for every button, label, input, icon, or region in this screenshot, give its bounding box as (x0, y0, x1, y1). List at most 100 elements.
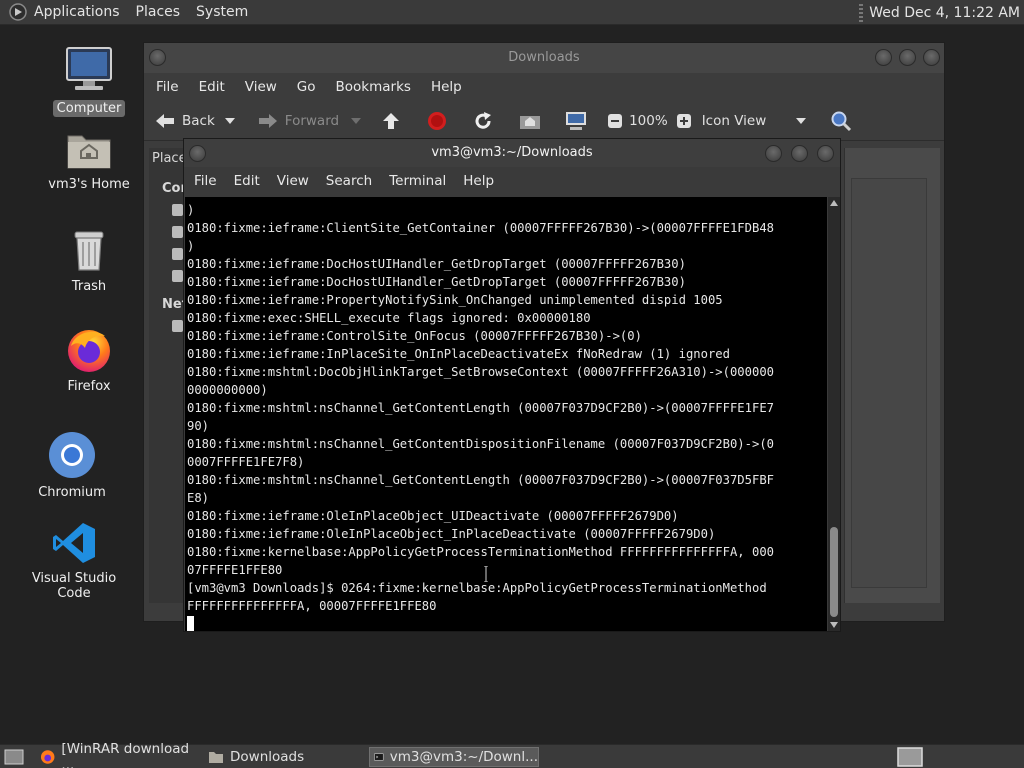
terminal-line: 0007FFFFE1FE7F8) (187, 455, 305, 469)
terminal-line: 0180:fixme:mshtml:nsChannel_GetContentDi… (187, 437, 774, 451)
desktop-icon-computer[interactable]: Computer (29, 46, 149, 117)
forward-button[interactable]: Forward (257, 112, 367, 130)
panel-menu-system[interactable]: System (196, 4, 248, 20)
terminal-line: 0180:fixme:ieframe:OleInPlaceObject_UIDe… (187, 509, 679, 523)
terminal-line: 0000000000) (187, 383, 268, 397)
desktop-icon-label: Computer (52, 100, 126, 117)
sidebar-home-icon[interactable] (172, 204, 183, 216)
maximize-button[interactable] (899, 49, 916, 66)
close-button[interactable] (817, 145, 834, 162)
trash-icon (74, 231, 104, 271)
sidebar-desktop-icon[interactable] (172, 226, 183, 238)
terminal-line: FFFFFFFFFFFFFFFA, 00007FFFFE1FFE80 (187, 599, 437, 613)
term-menu-terminal[interactable]: Terminal (389, 173, 446, 189)
taskbar-item-terminal[interactable]: vm3@vm3:~/Downl... (369, 747, 539, 767)
fm-menu-bookmarks[interactable]: Bookmarks (336, 79, 411, 95)
terminal-line: 0180:fixme:ieframe:DocHostUIHandler_GetD… (187, 275, 686, 289)
chevron-down-icon (796, 117, 807, 124)
terminal-window[interactable]: vm3@vm3:~/Downloads File Edit View Searc… (183, 138, 841, 632)
reload-button[interactable] (473, 111, 499, 131)
taskbar-item-downloads[interactable]: Downloads (204, 747, 364, 767)
terminal-scrollbar[interactable] (828, 197, 840, 631)
sidebar-filesystem-icon[interactable] (172, 248, 183, 260)
firefox-icon (40, 750, 55, 764)
file-manager-content[interactable] (844, 148, 940, 603)
file-manager-icon-area[interactable] (851, 178, 927, 588)
zoom-control[interactable]: 100% (607, 113, 698, 129)
term-menu-help[interactable]: Help (463, 173, 494, 189)
panel-menu-applications[interactable]: Applications (34, 4, 120, 20)
back-button[interactable]: Back (154, 112, 241, 130)
taskbar-item-firefox[interactable]: [WinRAR download ... (36, 741, 201, 768)
fm-menu-file[interactable]: File (156, 79, 179, 95)
forward-label: Forward (284, 112, 340, 129)
scroll-down-arrow-icon[interactable] (830, 622, 838, 628)
taskbar-item-label: Downloads (230, 749, 305, 765)
chromium-icon (49, 432, 95, 478)
terminal-line: 0180:fixme:ieframe:DocHostUIHandler_GetD… (187, 257, 686, 271)
desktop-icon-label: vm3's Home (48, 177, 130, 192)
home-button[interactable] (519, 112, 547, 130)
minimize-button[interactable] (765, 145, 782, 162)
term-menu-file[interactable]: File (194, 173, 217, 189)
view-mode-label: Icon View (701, 112, 767, 129)
desktop-icon-vscode[interactable]: Visual Studio Code (14, 520, 134, 602)
desktop-icon-trash[interactable]: Trash (29, 228, 149, 295)
term-menu-search[interactable]: Search (326, 173, 372, 189)
vscode-icon (53, 523, 95, 563)
fm-menu-go[interactable]: Go (297, 79, 316, 95)
file-manager-titlebar[interactable]: Downloads (144, 43, 944, 73)
terminal-line: 0180:fixme:ieframe:ControlSite_OnFocus (… (187, 329, 642, 343)
panel-clock[interactable]: Wed Dec 4, 11:22 AM (869, 5, 1020, 21)
chevron-down-icon[interactable] (351, 117, 362, 124)
terminal-output[interactable]: ) 0180:fixme:ieframe:ClientSite_GetContai… (185, 197, 827, 631)
applications-logo-icon[interactable] (8, 2, 28, 22)
zoom-out-icon[interactable] (607, 113, 623, 129)
desktop-icon-chromium[interactable]: Chromium (12, 430, 132, 501)
up-button[interactable] (381, 111, 407, 131)
search-icon (831, 111, 852, 131)
chevron-down-icon[interactable] (224, 117, 235, 124)
clock-area: Wed Dec 4, 11:22 AM (859, 0, 1024, 25)
stop-button[interactable] (427, 111, 453, 131)
terminal-line: 0180:fixme:exec:SHELL_execute flags igno… (187, 311, 591, 325)
computer-icon (566, 111, 587, 130)
forward-arrow-icon (258, 113, 277, 128)
terminal-line: 0180:fixme:mshtml:nsChannel_GetContentLe… (187, 473, 774, 487)
bottom-taskbar: [WinRAR download ... Downloads vm3@vm3:~… (0, 741, 1024, 768)
terminal-line: ) (187, 239, 195, 253)
fm-menu-help[interactable]: Help (431, 79, 462, 95)
workspace-switcher-icon[interactable] (897, 747, 923, 767)
show-desktop-icon[interactable] (4, 748, 24, 766)
scroll-up-arrow-icon[interactable] (830, 200, 838, 206)
sidebar-trash-icon[interactable] (172, 270, 183, 282)
close-button[interactable] (923, 49, 940, 66)
computer-button[interactable] (565, 111, 593, 131)
home-folder-icon (67, 135, 111, 169)
desktop-icon-home[interactable]: vm3's Home (29, 128, 149, 193)
terminal-text[interactable]: ) 0180:fixme:ieframe:ClientSite_GetContai… (185, 197, 827, 631)
maximize-button[interactable] (791, 145, 808, 162)
terminal-line: [vm3@vm3 Downloads]$ 0264:fixme:kernelba… (187, 581, 767, 595)
sidebar-network-icon[interactable] (172, 320, 183, 332)
minimize-button[interactable] (875, 49, 892, 66)
terminal-line: ) (187, 203, 195, 217)
top-panel: Applications Places System Wed Dec 4, 11… (0, 0, 1024, 25)
terminal-line: 0180:fixme:mshtml:DocObjHlinkTarget_SetB… (187, 365, 774, 379)
terminal-line: 07FFFFE1FFE80 (187, 563, 283, 577)
search-button[interactable] (830, 110, 858, 132)
sidebar-places-label: Place (152, 151, 187, 166)
desktop-icon-label: Visual Studio Code (31, 571, 117, 601)
term-menu-view[interactable]: View (277, 173, 309, 189)
fm-menu-view[interactable]: View (245, 79, 277, 95)
terminal-title: vm3@vm3:~/Downloads (431, 145, 593, 160)
computer-icon (66, 47, 112, 90)
zoom-in-icon[interactable] (676, 113, 692, 129)
term-menu-edit[interactable]: Edit (234, 173, 260, 189)
fm-menu-edit[interactable]: Edit (199, 79, 225, 95)
panel-menu-places[interactable]: Places (136, 4, 181, 20)
view-mode-select[interactable]: Icon View (702, 113, 813, 129)
desktop-icon-firefox[interactable]: Firefox (29, 326, 149, 395)
terminal-titlebar[interactable]: vm3@vm3:~/Downloads (184, 139, 840, 167)
scrollbar-thumb[interactable] (830, 527, 838, 617)
